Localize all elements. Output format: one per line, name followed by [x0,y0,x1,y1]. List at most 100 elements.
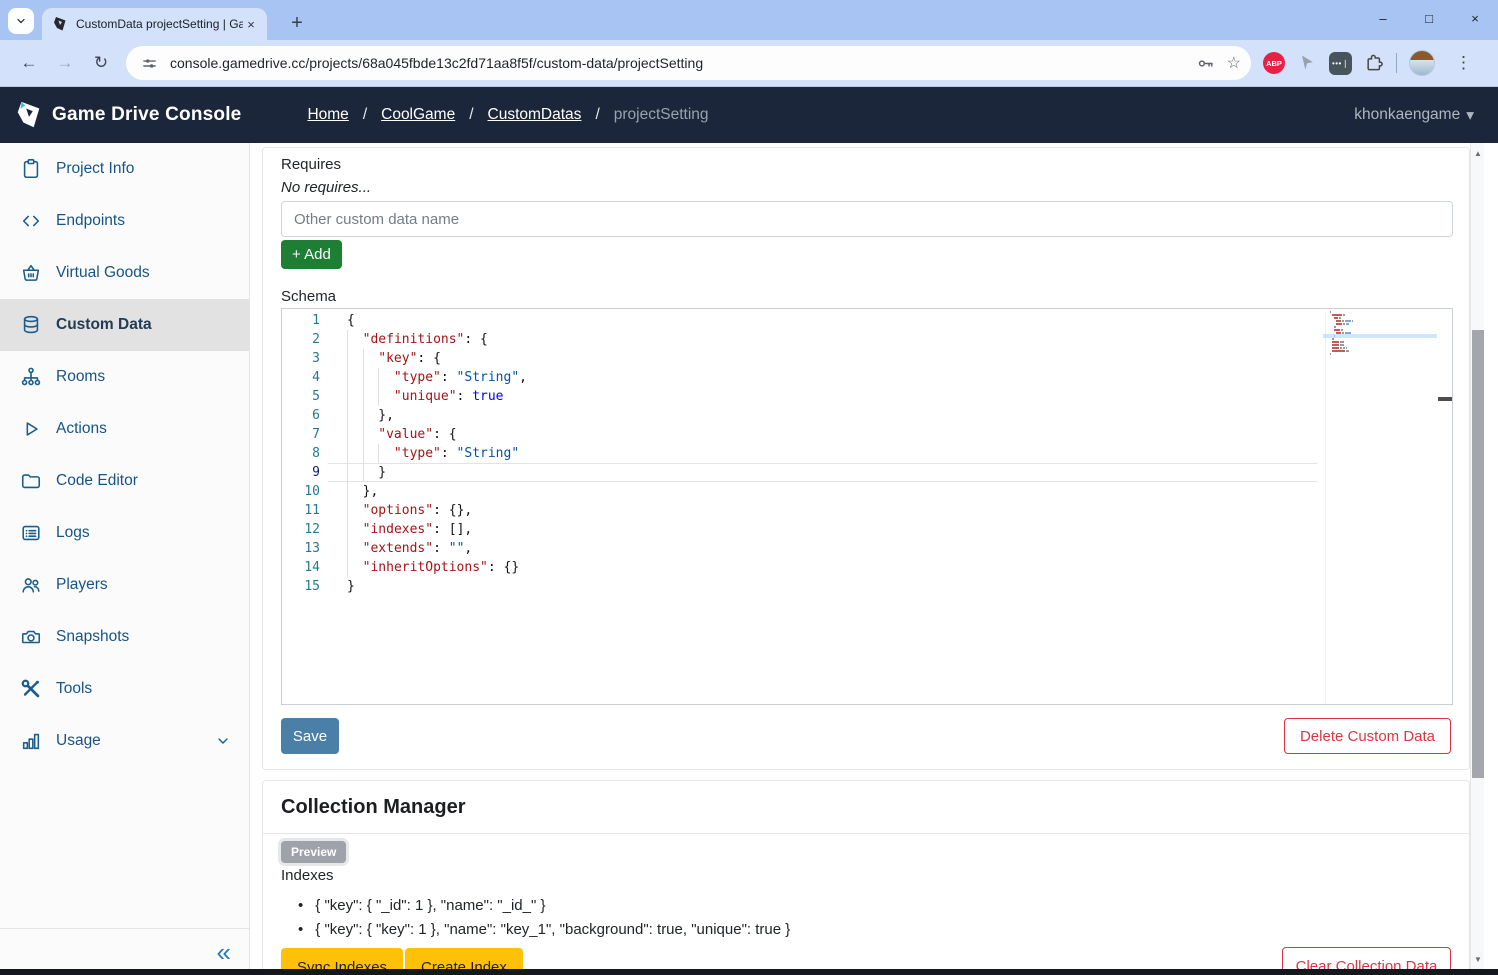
indent-guide [347,444,363,463]
minimap-line [1330,353,1437,355]
sidebar-item-label: Endpoints [56,212,125,230]
indent-guide [363,387,379,406]
password-key-icon[interactable] [1195,52,1217,74]
sidebar-item-usage[interactable]: Usage [0,715,249,767]
code-line-13[interactable]: 13"extends": "", [282,539,1452,558]
new-tab-button[interactable]: + [283,9,311,37]
code-token: } [378,465,386,480]
save-button[interactable]: Save [281,718,339,754]
window-maximize-icon[interactable]: □ [1406,0,1452,36]
scrollbar-down-icon[interactable]: ▼ [1471,951,1484,967]
delete-custom-data-button[interactable]: Delete Custom Data [1284,718,1451,754]
forward-icon[interactable]: → [50,48,80,78]
address-bar[interactable]: console.gamedrive.cc/projects/68a045fbde… [126,46,1251,80]
adblock-extension-icon[interactable]: ABP [1263,52,1285,74]
code-line-12[interactable]: 12"indexes": [], [282,520,1452,539]
custom-data-name-input[interactable] [281,201,1453,237]
sidebar-item-rooms[interactable]: Rooms [0,351,249,403]
sidebar-item-logs[interactable]: Logs [0,507,249,559]
sidebar-item-label: Snapshots [56,628,129,646]
indent-guide [363,349,379,368]
indent-guide [363,406,379,425]
code-line-1[interactable]: 1{ [282,311,1452,330]
breadcrumb-home[interactable]: Home [307,106,348,124]
minimap-line [1332,314,1437,316]
code-token: , [519,370,527,385]
code-line-8[interactable]: 8"type": "String" [282,444,1452,463]
collection-manager-title: Collection Manager [281,796,465,819]
code-line-5[interactable]: 5"unique": true [282,387,1452,406]
window-close-icon[interactable]: × [1452,0,1498,36]
sidebar-item-virtual-goods[interactable]: Virtual Goods [0,247,249,299]
minimap-token [1346,347,1347,349]
line-number: 7 [282,425,320,444]
minimap-current-line-band [1323,334,1437,338]
browser-tab[interactable]: CustomData projectSetting | Ga × [42,8,267,40]
window-minimize-icon[interactable]: – [1360,0,1406,36]
user-menu-label: khonkaengame [1354,106,1460,124]
main-content: Requires No requires... + Add Schema 1{2… [250,143,1484,975]
sidebar-item-actions[interactable]: Actions [0,403,249,455]
scrollbar-thumb[interactable] [1472,330,1484,778]
editor-minimap[interactable] [1325,311,1437,704]
tab-close-icon[interactable]: × [243,16,259,32]
tab-search-button[interactable] [8,8,34,34]
indent-guide [347,558,363,577]
code-line-9[interactable]: 9} [282,463,1452,482]
code-line-3[interactable]: 3"key": { [282,349,1452,368]
minimap-token [1332,350,1345,352]
code-line-10[interactable]: 10}, [282,482,1452,501]
minimap-line [1332,341,1437,343]
sidebar-item-endpoints[interactable]: Endpoints [0,195,249,247]
indent-guide [347,482,363,501]
indent-guide [347,387,363,406]
code-line-15[interactable]: 15} [282,577,1452,596]
breadcrumb-customdatas[interactable]: CustomDatas [488,106,582,124]
taskbar-edge [0,969,1498,975]
code-line-4[interactable]: 4"type": "String", [282,368,1452,387]
sidebar-item-tools[interactable]: Tools [0,663,249,715]
code-token: { [347,313,355,328]
sidebar-item-code-editor[interactable]: Code Editor [0,455,249,507]
preview-badge[interactable]: Preview [281,841,346,863]
indent-guide [347,330,363,349]
tab-strip: CustomData projectSetting | Ga × + – □ × [0,0,1498,40]
code-line-2[interactable]: 2"definitions": { [282,330,1452,349]
code-line-14[interactable]: 14"inheritOptions": {} [282,558,1452,577]
arrow-extension-icon[interactable] [1297,53,1317,73]
scrollbar-up-icon[interactable]: ▲ [1471,145,1484,161]
reload-icon[interactable]: ↻ [86,48,116,78]
browser-menu-icon[interactable]: ⋮ [1455,53,1472,73]
minimap-token [1332,344,1339,346]
sidebar-collapse-button[interactable]: « [217,939,231,965]
code-line-6[interactable]: 6}, [282,406,1452,425]
line-code: "inheritOptions": {} [320,558,519,577]
profile-avatar[interactable] [1409,50,1435,76]
sidebar-item-custom-data[interactable]: Custom Data [0,299,249,351]
sidebar-item-project-info[interactable]: Project Info [0,143,249,195]
indent-guide [378,387,394,406]
line-code: }, [320,406,394,425]
dots-extension-icon[interactable]: •••❘ [1329,52,1352,75]
sidebar-item-players[interactable]: Players [0,559,249,611]
tab-title: CustomData projectSetting | Ga [76,17,243,31]
page-scrollbar[interactable]: ▲ ▼ [1470,143,1484,975]
code-token: "" [449,541,465,556]
sidebar-item-snapshots[interactable]: Snapshots [0,611,249,663]
bookmark-star-icon[interactable]: ☆ [1227,53,1241,73]
chevron-down-icon[interactable] [215,733,231,749]
breadcrumb-coolgame[interactable]: CoolGame [381,106,455,124]
site-info-icon[interactable] [138,52,160,74]
add-require-button[interactable]: + Add [281,240,342,269]
extensions-puzzle-icon[interactable] [1364,53,1384,73]
indent-guide [378,444,394,463]
schema-editor[interactable]: 1{2"definitions": {3"key": {4"type": "St… [281,308,1453,705]
code-line-11[interactable]: 11"options": {}, [282,501,1452,520]
minimap-token [1336,323,1342,325]
editor-code-area[interactable]: 1{2"definitions": {3"key": {4"type": "St… [282,311,1452,596]
back-icon[interactable]: ← [14,48,44,78]
code-line-7[interactable]: 7"value": { [282,425,1452,444]
minimap-line [1332,347,1437,349]
user-menu[interactable]: khonkaengame ▾ [1354,106,1474,125]
line-code: "value": { [320,425,457,444]
